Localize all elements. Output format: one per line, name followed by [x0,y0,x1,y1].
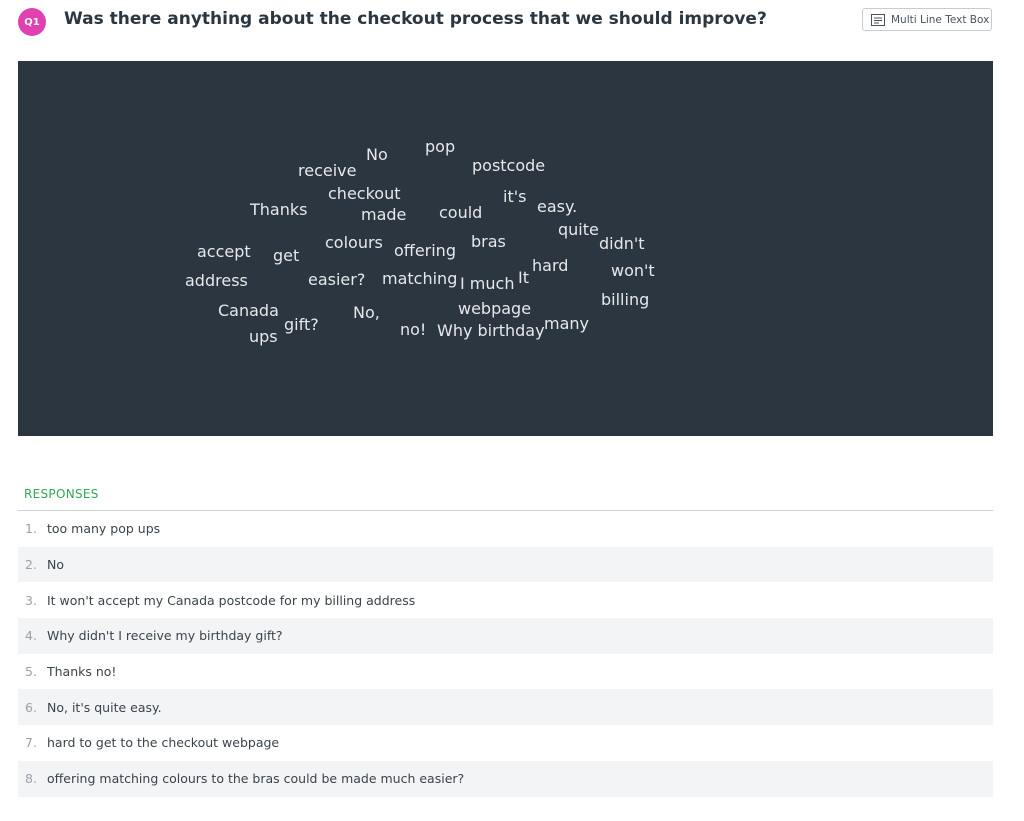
cloud-word: hard [532,256,569,275]
response-number: 5. [25,664,37,680]
question-number-badge: Q1 [18,8,46,36]
response-number: 4. [25,628,37,644]
cloud-word: could [439,203,483,222]
cloud-word: pop [425,137,456,156]
cloud-word: get [273,246,300,265]
question-type-label: Multi Line Text Box [891,13,990,26]
response-row: 2. No [18,546,993,583]
cloud-word: billing [601,290,650,309]
response-text: It won't accept my Canada postcode for m… [47,592,416,608]
response-number: 1. [25,521,37,537]
cloud-word: offering [394,241,456,260]
cloud-word: no! [400,320,427,339]
cloud-word: receive [298,161,357,180]
response-row: 8. offering matching colours to the bras… [18,760,993,797]
response-text: No [47,557,64,573]
response-text: hard to get to the checkout webpage [47,735,280,751]
cloud-word: many [544,314,589,333]
response-text: Thanks no! [47,664,117,680]
responses-list: 1. too many pop ups 2. No 3. It won't ac… [18,511,993,797]
cloud-word: address [185,271,248,290]
question-title: Was there anything about the checkout pr… [64,9,767,29]
cloud-word: webpage [458,299,532,318]
cloud-word: easier? [308,270,366,289]
response-row: 6. No, it's quite easy. [18,689,993,726]
cloud-word: it's [503,187,527,206]
response-row: 3. It won't accept my Canada postcode fo… [18,582,993,618]
cloud-word: made [361,205,407,224]
cloud-word: checkout [328,184,401,203]
cloud-word: matching [382,269,458,288]
response-number: 8. [25,771,37,787]
cloud-word: No [366,145,388,164]
cloud-word: accept [197,242,251,261]
response-number: 7. [25,735,37,751]
cloud-word: Canada [218,301,279,320]
cloud-word: won't [611,261,655,280]
cloud-word: colours [325,233,383,252]
response-row: 5. Thanks no! [18,654,993,690]
cloud-word: It [518,268,529,287]
cloud-word: No, [353,303,380,322]
cloud-word: postcode [472,156,546,175]
response-number: 3. [25,592,37,608]
cloud-word: quite [558,220,599,239]
response-number: 6. [25,699,37,715]
cloud-word: ups [249,327,278,346]
response-row: 7. hard to get to the checkout webpage [18,725,993,761]
question-type-button[interactable]: Multi Line Text Box [862,8,992,31]
response-row: 1. too many pop ups [18,511,993,547]
response-text: offering matching colours to the bras co… [47,771,465,787]
cloud-word: bras [471,232,506,251]
cloud-word: easy. [537,197,578,216]
response-text: No, it's quite easy. [47,699,162,715]
response-row: 4. Why didn't I receive my birthday gift… [18,618,993,654]
text-lines-icon [871,13,885,26]
cloud-word: gift? [284,315,319,334]
response-text: too many pop ups [47,521,161,537]
word-cloud: No pop receive postcode checkout it's Th… [18,61,993,436]
response-text: Why didn't I receive my birthday gift? [47,628,283,644]
cloud-word: I much [460,274,515,293]
cloud-word: didn't [599,234,645,253]
cloud-word: Thanks [250,200,308,219]
responses-header: RESPONSES [24,487,99,501]
response-number: 2. [25,557,37,573]
cloud-word: Why birthday [437,321,545,340]
